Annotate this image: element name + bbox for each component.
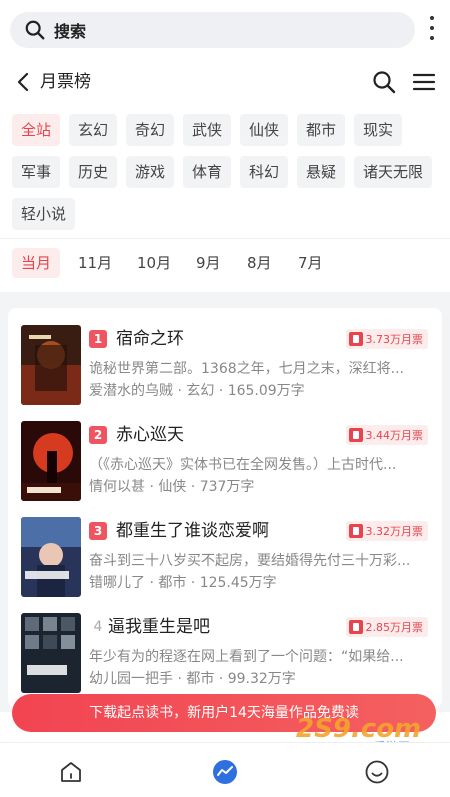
ticket-icon <box>348 524 363 538</box>
vote-count: 3.73万月票 <box>365 333 424 346</box>
category-tag[interactable]: 科幻 <box>240 156 289 188</box>
book-cover <box>21 517 81 597</box>
category-tag[interactable]: 都市 <box>297 114 346 146</box>
book-title: 逼我重生是吧 <box>108 617 210 637</box>
list-item[interactable]: 3 都重生了谁谈恋爱啊 3.32万月票 奋斗到三十八岁买不起房，要结婚得先付三十… <box>8 517 442 613</box>
book-meta: 幼儿园一把手 · 都市 · 99.32万字 <box>89 671 296 687</box>
vote-badge: 3.73万月票 <box>345 329 428 349</box>
vote-badge: 3.44万月票 <box>345 425 428 445</box>
trend-icon[interactable] <box>212 759 238 785</box>
home-icon[interactable] <box>58 759 84 785</box>
category-tag[interactable]: 玄幻 <box>69 114 118 146</box>
book-description: 年少有为的程逐在网上看到了一个问题：“如果给... <box>89 649 404 665</box>
rank-badge: 2 <box>89 426 107 444</box>
ticket-icon <box>348 428 363 442</box>
menu-icon[interactable] <box>412 70 436 94</box>
app-screen: 搜索 月票榜 全站 玄幻 奇幻 武侠 仙侠 都市 现实 军事 历史 游戏 体育 … <box>0 0 450 797</box>
month-tab-current[interactable]: 当月 <box>12 248 61 278</box>
list-item[interactable]: 2 赤心巡天 3.44万月票 （《赤心巡天》实体书已在全网发售。）上古时代...… <box>8 421 442 517</box>
month-tab[interactable]: 9月 <box>187 248 230 278</box>
book-title: 赤心巡天 <box>116 425 184 445</box>
page-header: 月票榜 <box>0 62 450 102</box>
search-placeholder: 搜索 <box>54 22 87 41</box>
vote-count: 3.32万月票 <box>365 525 424 538</box>
ticket-icon <box>348 620 363 634</box>
header-search-icon[interactable] <box>372 70 396 94</box>
category-tag[interactable]: 仙侠 <box>240 114 289 146</box>
bottom-nav <box>0 742 450 797</box>
book-cover <box>21 325 81 405</box>
vote-badge: 3.32万月票 <box>345 521 428 541</box>
book-meta: 错哪儿了 · 都市 · 125.45万字 <box>89 575 277 591</box>
category-tag[interactable]: 奇幻 <box>126 114 175 146</box>
book-title: 宿命之环 <box>116 329 184 349</box>
month-tab[interactable]: 8月 <box>238 248 281 278</box>
month-tab[interactable]: 7月 <box>289 248 332 278</box>
book-description: 奋斗到三十八岁买不起房，要结婚得先付三十万彩... <box>89 553 411 569</box>
vote-count: 3.44万月票 <box>365 429 424 442</box>
month-tab[interactable]: 10月 <box>128 248 180 278</box>
list-item[interactable]: 1 宿命之环 3.73万月票 诡秘世界第二部。1368之年，七月之末，深红将..… <box>8 325 442 421</box>
book-cover <box>21 613 81 693</box>
rank-badge: 1 <box>89 330 107 348</box>
ticket-icon <box>348 332 363 346</box>
month-tab[interactable]: 11月 <box>69 248 121 278</box>
search-input[interactable]: 搜索 <box>10 12 415 48</box>
book-meta: 情何以甚 · 仙侠 · 737万字 <box>89 479 255 495</box>
top-search-row: 搜索 <box>0 0 450 60</box>
search-icon <box>25 20 45 40</box>
book-description: 诡秘世界第二部。1368之年，七月之末，深红将... <box>89 361 404 377</box>
rank-number: 4 <box>93 619 103 635</box>
category-tag[interactable]: 现实 <box>354 114 403 146</box>
ranking-list: 1 宿命之环 3.73万月票 诡秘世界第二部。1368之年，七月之末，深红将..… <box>8 308 442 708</box>
vote-count: 2.85万月票 <box>365 621 424 634</box>
category-tag[interactable]: 武侠 <box>183 114 232 146</box>
category-tag[interactable]: 轻小说 <box>12 198 76 230</box>
book-cover <box>21 421 81 501</box>
category-tag[interactable]: 诸天无限 <box>354 156 433 188</box>
category-tag[interactable]: 游戏 <box>126 156 175 188</box>
more-options-icon[interactable] <box>424 16 440 40</box>
category-tag[interactable]: 军事 <box>12 156 61 188</box>
divider <box>0 238 450 239</box>
book-meta: 爱潜水的乌贼 · 玄幻 · 165.09万字 <box>89 383 305 399</box>
page-title: 月票榜 <box>40 72 91 92</box>
back-arrow-icon[interactable] <box>14 70 34 94</box>
category-tag[interactable]: 悬疑 <box>297 156 346 188</box>
book-title: 都重生了谁谈恋爱啊 <box>116 521 269 541</box>
category-tag-all[interactable]: 全站 <box>12 114 61 146</box>
book-description: （《赤心巡天》实体书已在全网发售。）上古时代... <box>89 457 397 473</box>
category-tag[interactable]: 历史 <box>69 156 118 188</box>
category-tag[interactable]: 体育 <box>183 156 232 188</box>
rank-badge: 3 <box>89 522 107 540</box>
vote-badge: 2.85万月票 <box>345 617 428 637</box>
profile-icon[interactable] <box>364 759 390 785</box>
